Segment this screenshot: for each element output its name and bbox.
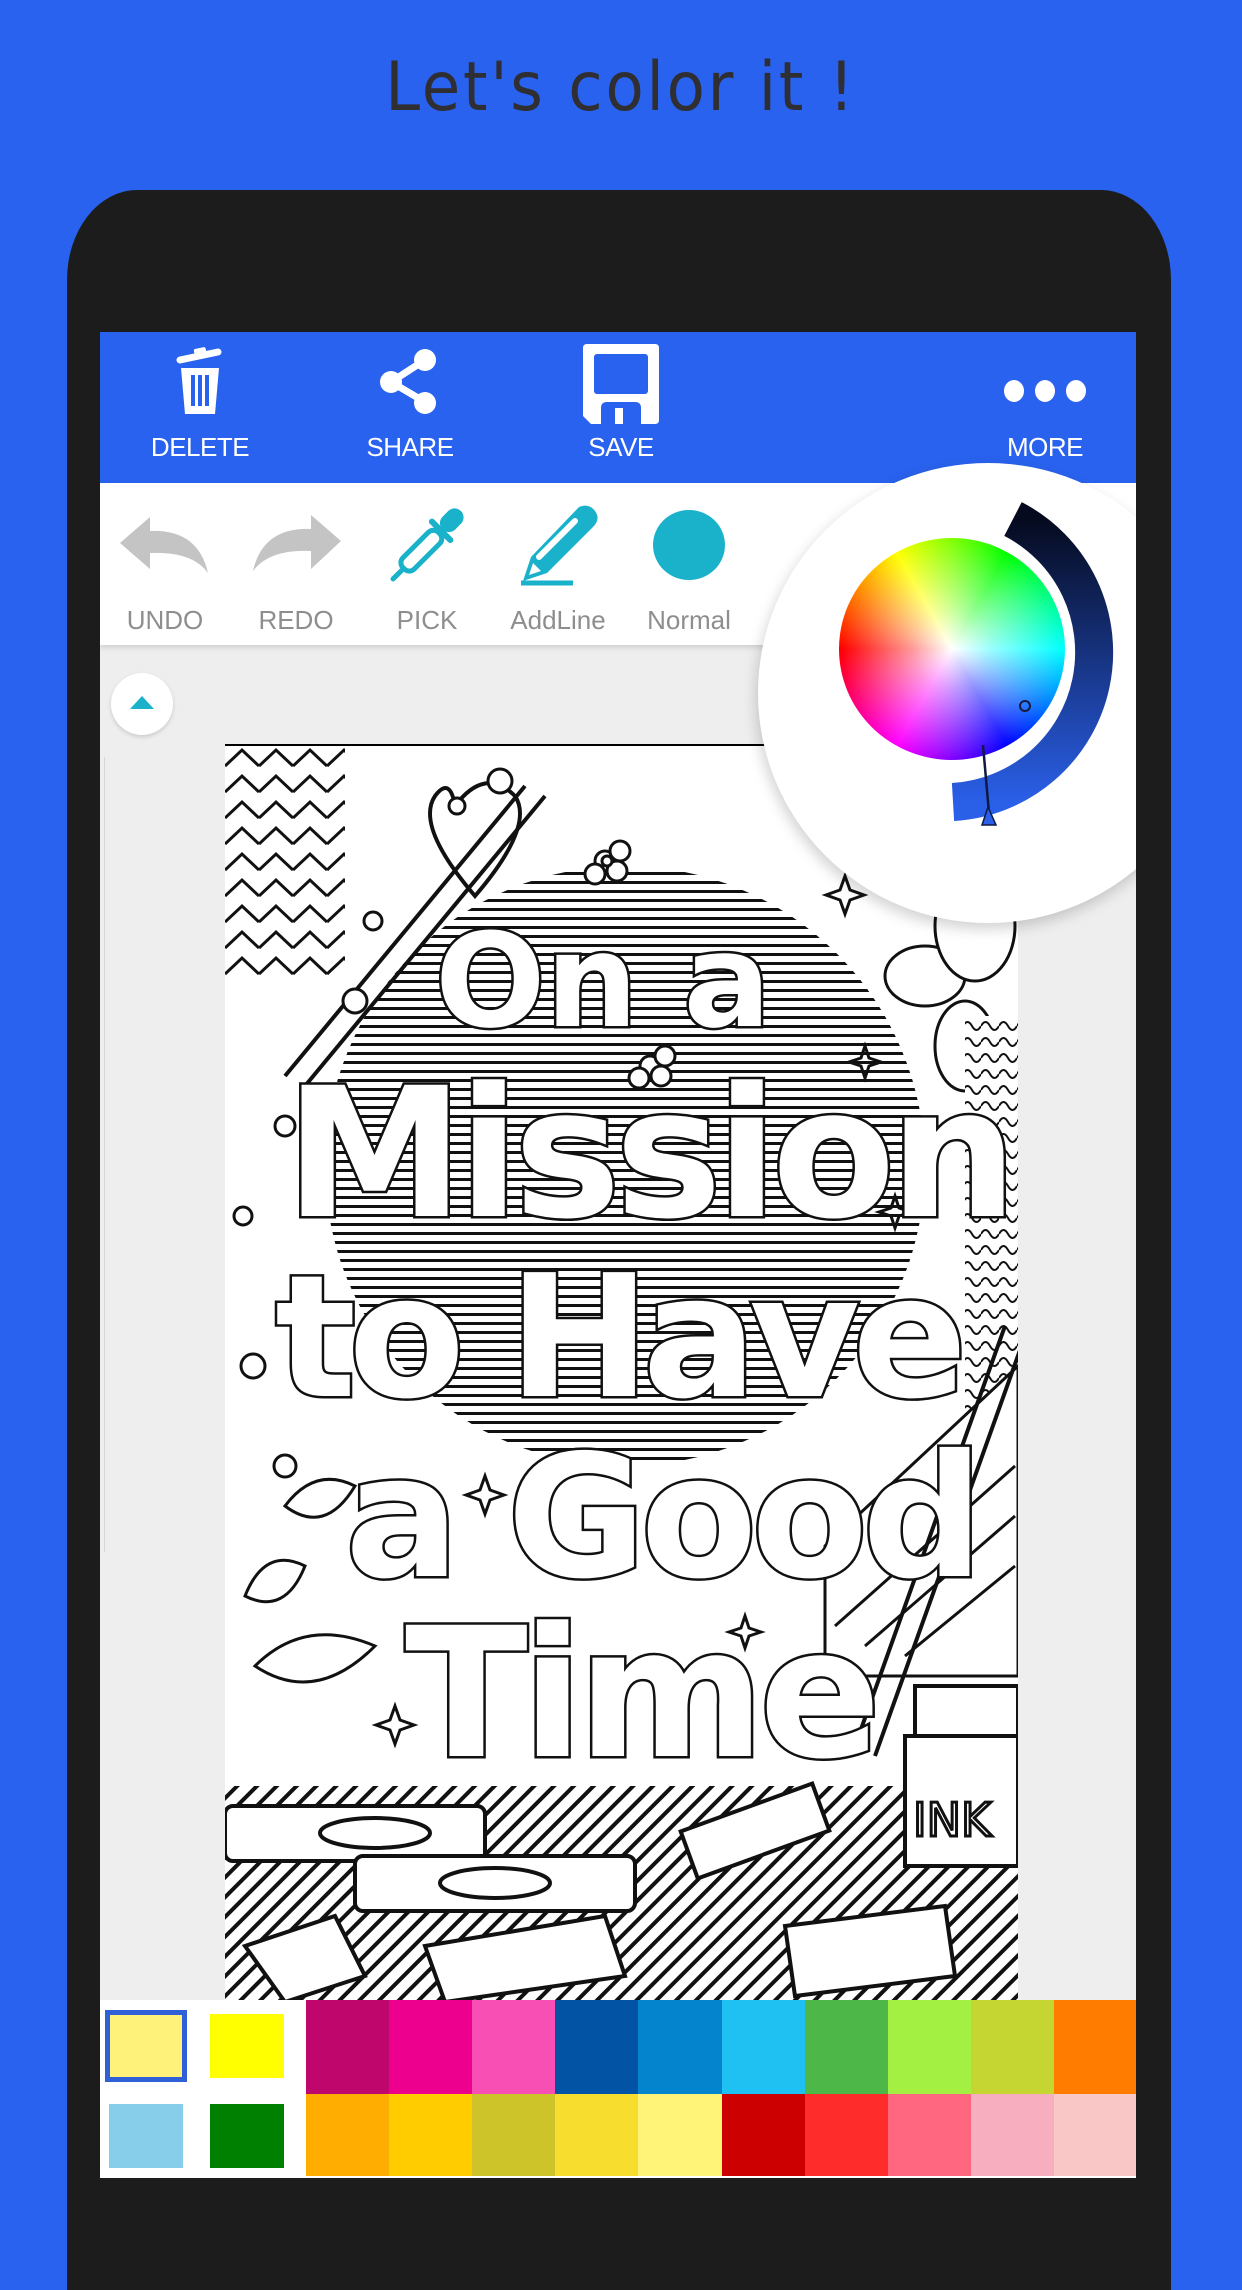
palette-swatch[interactable] <box>472 2094 557 2176</box>
share-label: SHARE <box>366 432 454 462</box>
expand-toolbar-button[interactable] <box>111 673 173 735</box>
palette-swatch[interactable] <box>638 2000 723 2094</box>
lettering-line-3: to Have <box>275 1239 960 1437</box>
lettering-line-4: a Good <box>345 1419 978 1617</box>
lettering-line-2: Mission <box>285 1050 1012 1259</box>
coloring-page[interactable]: On a Mission to Have a Good Time INK <box>225 744 1018 2002</box>
palette-swatch[interactable] <box>887 2000 972 2094</box>
addline-button[interactable]: AddLine <box>493 483 623 645</box>
more-dots-icon <box>1003 378 1087 409</box>
action-bar: DELETE SHARE SAVE MORE <box>100 332 1136 483</box>
lettering-line-1: On a <box>435 905 771 1057</box>
delete-button[interactable]: DELETE <box>120 332 280 483</box>
pick-button[interactable]: PICK <box>362 483 492 645</box>
brightness-slider-handle[interactable] <box>976 743 1006 833</box>
palette-swatch[interactable] <box>472 2000 557 2094</box>
side-drawer-handle[interactable] <box>100 757 105 1552</box>
palette-swatch[interactable] <box>721 2000 806 2094</box>
delete-label: DELETE <box>150 432 250 462</box>
ink-label: INK <box>913 1793 993 1847</box>
redo-arrow-icon <box>251 515 341 580</box>
save-label: SAVE <box>588 432 654 462</box>
palette-swatch[interactable] <box>638 2094 723 2176</box>
normal-label: Normal <box>647 605 731 635</box>
addline-label: AddLine <box>510 605 606 635</box>
brightness-ring[interactable] <box>758 463 1136 923</box>
palette-swatch[interactable] <box>1053 2000 1136 2094</box>
undo-label: UNDO <box>126 605 204 635</box>
palette-swatch[interactable] <box>887 2094 972 2176</box>
palette-swatch[interactable] <box>804 2094 889 2176</box>
save-button[interactable]: SAVE <box>541 332 701 483</box>
undo-arrow-icon <box>120 517 210 582</box>
trash-icon <box>172 346 228 423</box>
palette-swatch[interactable] <box>970 2094 1055 2176</box>
palette-swatch[interactable] <box>389 2000 474 2094</box>
palette-swatch[interactable] <box>389 2094 474 2176</box>
share-button[interactable]: SHARE <box>330 332 490 483</box>
floppy-disk-icon <box>581 344 661 429</box>
app-screen: DELETE SHARE SAVE MORE UNDO REDO PICK Ad… <box>100 332 1136 2178</box>
normal-brush-button[interactable]: Normal <box>624 483 754 645</box>
more-button[interactable]: MORE <box>975 332 1115 483</box>
pick-label: PICK <box>396 605 458 635</box>
color-picker-popup <box>758 463 1136 923</box>
recent-color-swatch[interactable] <box>210 2014 284 2078</box>
chevron-up-icon <box>130 696 154 709</box>
recent-color-swatch-selected[interactable] <box>105 2010 187 2082</box>
color-palette <box>100 2000 1136 2178</box>
palette-swatch[interactable] <box>970 2000 1055 2094</box>
lettering-line-5: Time <box>405 1590 875 1799</box>
palette-swatch[interactable] <box>1053 2094 1136 2176</box>
line-art: On a Mission to Have a Good Time INK <box>225 746 1018 2002</box>
brush-circle-icon <box>652 509 726 586</box>
recent-color-swatch[interactable] <box>210 2104 284 2168</box>
more-label: MORE <box>1007 432 1084 462</box>
palette-swatch[interactable] <box>555 2000 640 2094</box>
redo-label: REDO <box>258 605 334 635</box>
share-icon <box>377 346 443 421</box>
pencil-line-icon <box>513 503 603 592</box>
redo-button[interactable]: REDO <box>231 483 361 645</box>
palette-swatch[interactable] <box>721 2094 806 2176</box>
palette-swatch[interactable] <box>555 2094 640 2176</box>
undo-button[interactable]: UNDO <box>100 483 230 645</box>
recent-color-swatch[interactable] <box>109 2104 183 2168</box>
palette-swatch[interactable] <box>804 2000 889 2094</box>
palette-swatch[interactable] <box>306 2000 390 2094</box>
headline: Let's color it ! <box>385 48 857 127</box>
palette-swatch[interactable] <box>306 2094 390 2176</box>
eyedropper-icon <box>385 503 469 592</box>
